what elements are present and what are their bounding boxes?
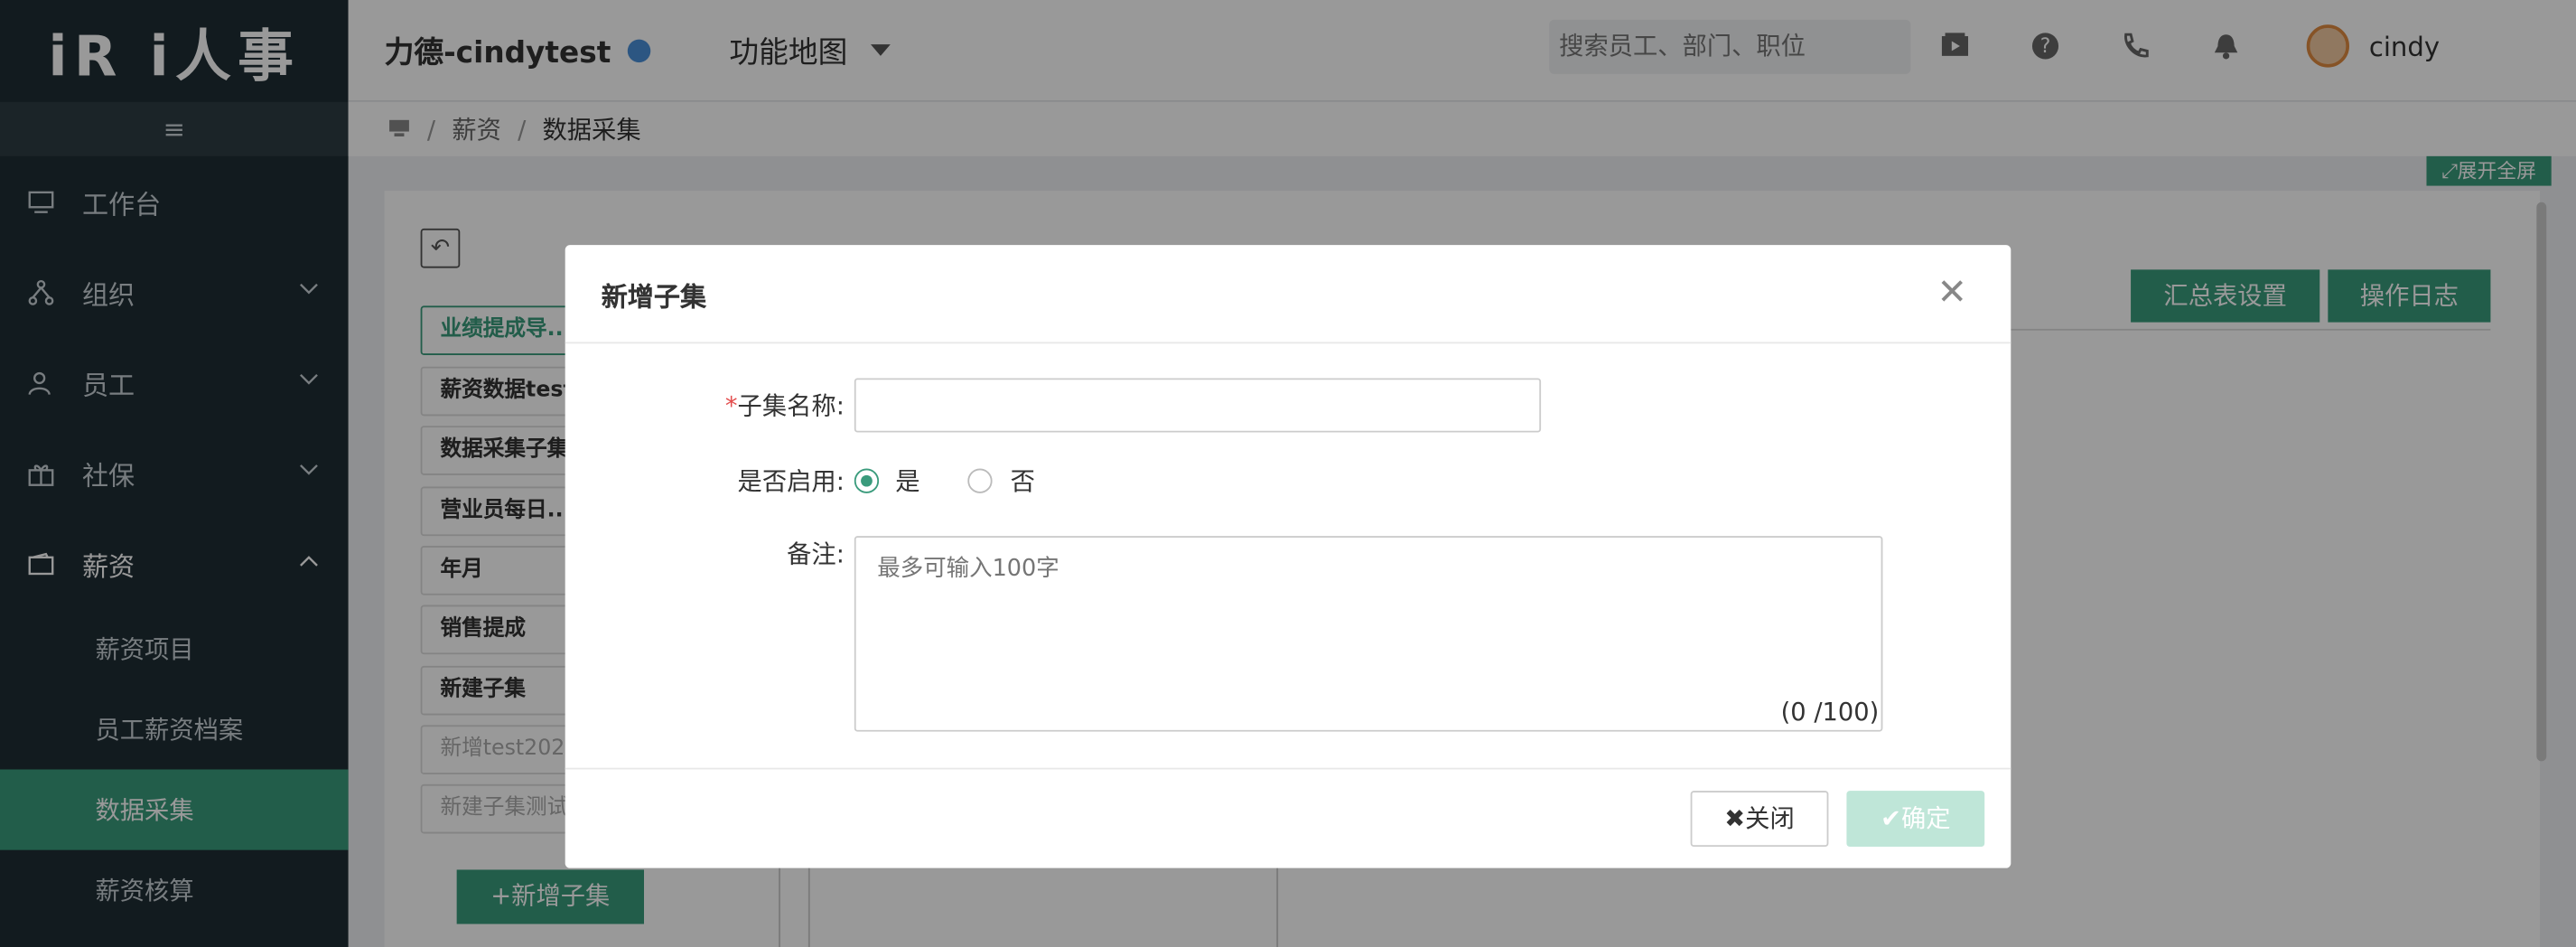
radio-no[interactable] xyxy=(967,468,993,493)
dialog-footer-divider xyxy=(565,767,2011,770)
enable-label: 是否启用: xyxy=(737,466,845,497)
close-button[interactable]: ✖关闭 xyxy=(1690,791,1829,848)
close-button-label: 关闭 xyxy=(1745,803,1795,834)
confirm-button[interactable]: ✔确定 xyxy=(1846,791,1985,848)
close-icon[interactable]: ✕ xyxy=(1937,276,1967,313)
confirm-button-label: 确定 xyxy=(1900,803,1951,834)
required-mark: * xyxy=(724,391,738,421)
char-counter: (0 /100) xyxy=(1780,697,1880,727)
check-icon: ✔ xyxy=(1881,803,1901,834)
subset-name-input[interactable] xyxy=(854,378,1542,433)
remark-textarea[interactable] xyxy=(854,536,1883,732)
name-label: *子集名称: xyxy=(565,388,845,422)
radio-yes-label[interactable]: 是 xyxy=(895,464,919,498)
dialog-title: 新增子集 xyxy=(565,245,2011,344)
add-subset-dialog: 新增子集 ✕ *子集名称: 是否启用: 是 否 备注: (0 /100) ✖关闭… xyxy=(565,245,2011,868)
radio-yes[interactable] xyxy=(854,468,880,493)
radio-no-label[interactable]: 否 xyxy=(1011,464,1035,498)
remark-label: 备注: xyxy=(787,539,845,569)
name-label-text: 子集名称: xyxy=(737,391,845,421)
x-icon: ✖ xyxy=(1724,803,1746,834)
